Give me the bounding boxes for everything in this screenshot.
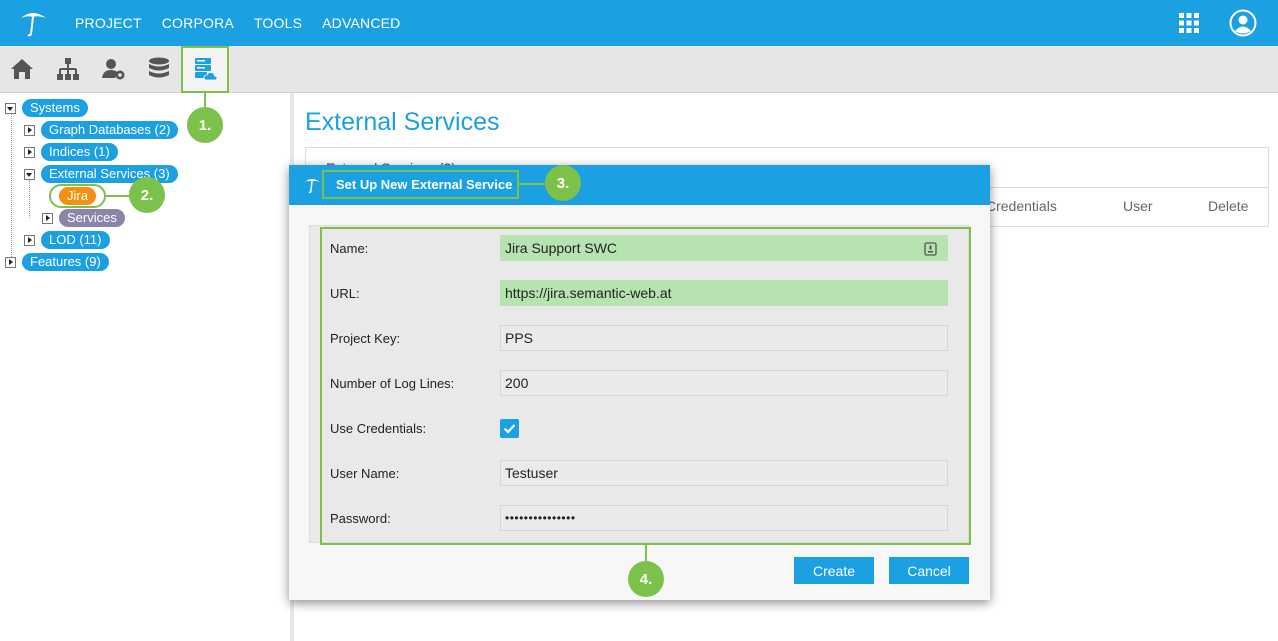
- callout-2-line: [106, 195, 130, 197]
- callout-2: 2.: [129, 177, 165, 213]
- tree-label-lod[interactable]: LOD (11): [41, 231, 110, 249]
- tree-item-services[interactable]: Services: [42, 208, 125, 228]
- database-icon[interactable]: [146, 56, 172, 82]
- expand-toggle-icon[interactable]: [5, 256, 16, 268]
- expand-toggle-icon[interactable]: [24, 146, 35, 158]
- page-title: External Services: [305, 108, 500, 136]
- server-cloud-icon[interactable]: [192, 56, 218, 82]
- nav-project[interactable]: PROJECT: [75, 15, 142, 31]
- collapse-toggle-icon[interactable]: [24, 168, 35, 180]
- main-nav: PROJECT CORPORA TOOLS ADVANCED: [75, 0, 421, 46]
- tree-label-systems[interactable]: Systems: [22, 99, 88, 117]
- top-bar: PROJECT CORPORA TOOLS ADVANCED: [0, 0, 1278, 46]
- hierarchy-icon[interactable]: [55, 56, 81, 82]
- tree-item-indices[interactable]: Indices (1): [24, 142, 118, 162]
- tree-label-features[interactable]: Features (9): [22, 253, 109, 271]
- tree-label-services[interactable]: Services: [59, 209, 125, 227]
- nav-corpora[interactable]: CORPORA: [162, 15, 234, 31]
- tree-label-graph-databases[interactable]: Graph Databases (2): [41, 121, 179, 139]
- apps-grid-icon[interactable]: [1179, 13, 1199, 33]
- callout-3-line: [519, 183, 547, 185]
- tree-guide: [11, 114, 12, 263]
- tree-item-graph-databases[interactable]: Graph Databases (2): [24, 120, 179, 140]
- nav-advanced[interactable]: ADVANCED: [322, 15, 400, 31]
- column-header-user[interactable]: User: [1123, 198, 1153, 214]
- expand-toggle-icon[interactable]: [42, 212, 53, 224]
- column-header-credentials[interactable]: Credentials: [986, 198, 1057, 214]
- callout-4: 4.: [628, 561, 664, 597]
- callout-3: 3.: [545, 165, 581, 201]
- form-highlight: [320, 227, 971, 545]
- tree-item-systems[interactable]: Systems: [5, 98, 88, 118]
- umbrella-logo-icon[interactable]: [18, 8, 48, 38]
- tree-item-features[interactable]: Features (9): [5, 252, 109, 272]
- dialog-header[interactable]: Set Up New External Service: [289, 165, 990, 205]
- tree-guide: [29, 180, 30, 218]
- toolbar: [0, 46, 1278, 93]
- jira-highlight-ring: [49, 184, 106, 208]
- user-account-icon[interactable]: [1229, 9, 1257, 37]
- tree-item-lod[interactable]: LOD (11): [24, 230, 110, 250]
- create-button[interactable]: Create: [794, 557, 874, 584]
- expand-toggle-icon[interactable]: [24, 124, 35, 136]
- app-window: PROJECT CORPORA TOOLS ADVANCED 1. System…: [0, 0, 1278, 641]
- user-settings-icon[interactable]: [101, 56, 127, 82]
- column-header-delete[interactable]: Delete: [1208, 198, 1248, 214]
- dialog-title: Set Up New External Service: [322, 170, 519, 199]
- umbrella-logo-icon: [304, 179, 320, 194]
- tree-label-indices[interactable]: Indices (1): [41, 143, 118, 161]
- home-icon[interactable]: [9, 56, 35, 82]
- collapse-toggle-icon[interactable]: [5, 102, 16, 114]
- expand-toggle-icon[interactable]: [24, 234, 35, 246]
- cancel-button[interactable]: Cancel: [889, 557, 969, 584]
- nav-tools[interactable]: TOOLS: [254, 15, 302, 31]
